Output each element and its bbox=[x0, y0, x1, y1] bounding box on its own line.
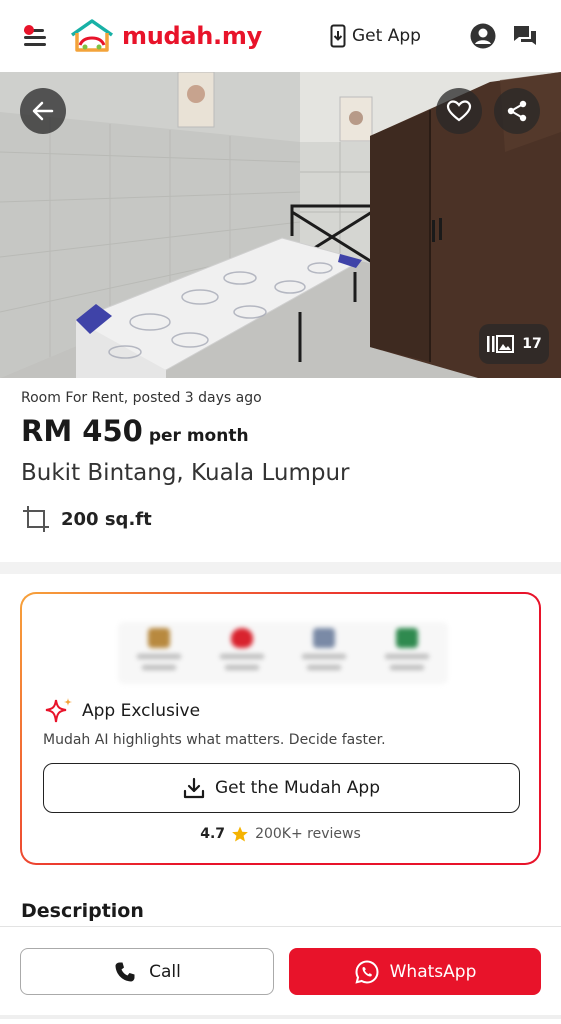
mudah-logo[interactable]: mudah.my bbox=[68, 18, 262, 54]
top-header: mudah.my Get App bbox=[0, 0, 561, 72]
app-exclusive-title: App Exclusive bbox=[82, 701, 201, 721]
logo-mark-icon bbox=[70, 19, 114, 52]
whatsapp-label: WhatsApp bbox=[389, 961, 477, 982]
whatsapp-icon bbox=[355, 959, 379, 984]
share-button[interactable] bbox=[494, 88, 540, 134]
get-app-link[interactable]: Get App bbox=[330, 24, 421, 48]
phone-icon bbox=[115, 962, 135, 981]
app-exclusive-description: Mudah AI highlights what matters. Decide… bbox=[43, 732, 386, 748]
app-rating: 4.7 200K+ reviews bbox=[22, 825, 539, 843]
app-exclusive-heading: App Exclusive bbox=[44, 696, 200, 726]
star-icon bbox=[232, 826, 248, 842]
listing-photo[interactable]: 17 bbox=[0, 72, 561, 378]
price-row: RM 450 per month bbox=[21, 414, 249, 448]
phone-download-icon bbox=[330, 24, 346, 48]
call-button[interactable]: Call bbox=[20, 948, 274, 995]
app-exclusive-card: App Exclusive Mudah AI highlights what m… bbox=[20, 592, 541, 865]
sparkle-icon bbox=[45, 698, 72, 723]
area-row: 200 sq.ft bbox=[21, 504, 152, 534]
back-arrow-icon bbox=[32, 101, 54, 121]
rating-value: 4.7 bbox=[200, 826, 226, 842]
price-unit: per month bbox=[148, 426, 249, 446]
blurred-feature-preview bbox=[118, 622, 448, 684]
share-icon bbox=[507, 100, 527, 122]
menu-icon[interactable] bbox=[24, 25, 52, 49]
account-icon[interactable] bbox=[469, 22, 497, 50]
call-label: Call bbox=[149, 961, 181, 982]
price: RM 450 bbox=[21, 414, 143, 448]
section-divider bbox=[0, 562, 561, 574]
favorite-button[interactable] bbox=[436, 88, 482, 134]
notification-dot bbox=[24, 25, 34, 35]
download-icon bbox=[183, 777, 205, 799]
back-button[interactable] bbox=[20, 88, 66, 134]
review-count: 200K+ reviews bbox=[255, 826, 361, 842]
get-app-label: Get App bbox=[352, 26, 421, 46]
photo-count-button[interactable]: 17 bbox=[479, 324, 549, 364]
gallery-icon bbox=[487, 335, 515, 353]
chat-icon[interactable] bbox=[511, 22, 539, 50]
description-heading: Description bbox=[21, 900, 144, 922]
logo-text: mudah.my bbox=[122, 22, 262, 50]
get-mudah-app-label: Get the Mudah App bbox=[214, 778, 381, 798]
photo-count-label: 17 bbox=[522, 336, 542, 352]
bottom-action-bar: Call WhatsApp bbox=[0, 926, 561, 1024]
get-mudah-app-button[interactable]: Get the Mudah App bbox=[43, 763, 520, 813]
heart-icon bbox=[446, 100, 472, 122]
area-size: 200 sq.ft bbox=[61, 508, 152, 530]
listing-info: Room For Rent, posted 3 days ago RM 450 … bbox=[0, 378, 561, 562]
listing-subtitle: Room For Rent, posted 3 days ago bbox=[21, 390, 262, 406]
crop-area-icon bbox=[23, 506, 49, 532]
home-indicator-strip bbox=[0, 1015, 561, 1019]
whatsapp-button[interactable]: WhatsApp bbox=[289, 948, 541, 995]
location: Bukit Bintang, Kuala Lumpur bbox=[21, 460, 350, 486]
